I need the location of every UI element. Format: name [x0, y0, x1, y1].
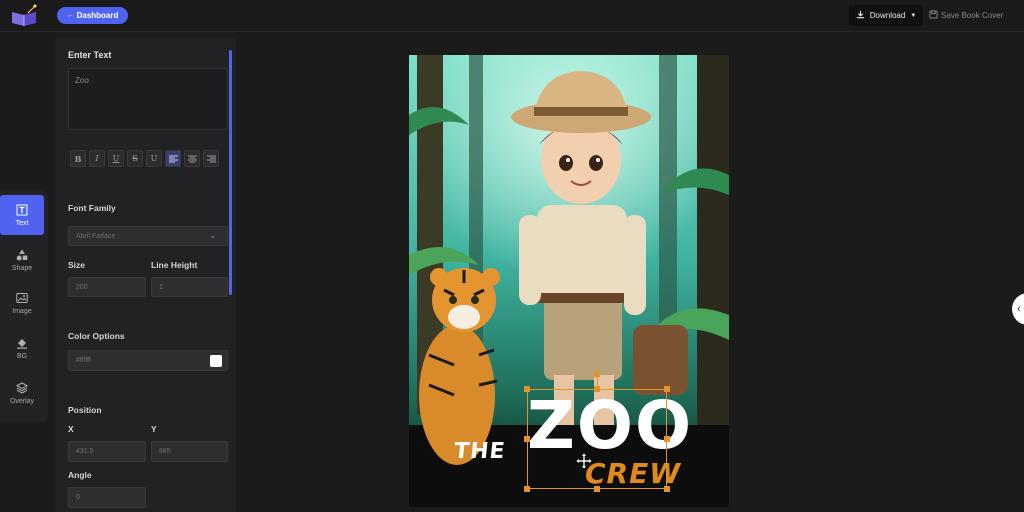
- angle-value: 0: [76, 494, 80, 501]
- tool-shape-label: Shape: [11, 264, 33, 272]
- align-right-icon: [206, 155, 216, 162]
- align-left-icon: [168, 155, 178, 162]
- strikethrough-button[interactable]: S: [127, 150, 143, 167]
- panel-scrollbar[interactable]: [229, 50, 232, 295]
- y-label: Y: [151, 424, 157, 434]
- download-button[interactable]: Download ▼: [849, 5, 923, 26]
- color-swatch[interactable]: [210, 355, 222, 367]
- size-value: 200: [76, 283, 88, 291]
- save-label: Save Book Cover: [941, 11, 1004, 20]
- dashboard-label: Dashboard: [76, 11, 119, 20]
- text-selection-box[interactable]: [527, 389, 667, 489]
- align-right-button[interactable]: [203, 150, 219, 167]
- angle-input[interactable]: 0: [68, 487, 146, 508]
- save-icon: [929, 10, 938, 21]
- tool-text[interactable]: Text: [0, 195, 44, 235]
- tool-rail: Text Shape Image BG Overlay: [0, 190, 48, 422]
- line-height-input[interactable]: 1: [151, 277, 228, 297]
- resize-handle-mr[interactable]: [664, 436, 670, 442]
- cover-title-the[interactable]: THE: [453, 439, 507, 464]
- chevron-left-icon: ‹: [1017, 303, 1021, 315]
- layers-icon: [16, 381, 28, 394]
- italic-glyph: I: [95, 154, 99, 163]
- bold-button[interactable]: B: [70, 150, 86, 167]
- text-input[interactable]: Zoo: [68, 68, 228, 130]
- angle-label: Angle: [68, 470, 92, 480]
- paint-bucket-icon: [17, 338, 27, 349]
- y-value: 885: [159, 448, 171, 455]
- underline-button[interactable]: U: [108, 150, 124, 167]
- enter-text-label: Enter Text: [68, 50, 112, 60]
- text-icon: [16, 204, 28, 215]
- uppercase-glyph: U: [150, 154, 158, 163]
- color-value: #ffffff: [76, 357, 91, 364]
- top-bar: ← Dashboard Download ▼ Save Book Cover: [0, 0, 1024, 32]
- rotate-handle-line: [597, 377, 598, 387]
- tool-overlay[interactable]: Overlay: [0, 373, 44, 413]
- back-arrow-icon: ←: [66, 12, 74, 19]
- download-label: Download: [869, 11, 906, 20]
- format-toolbar: B I U S U: [70, 150, 219, 167]
- position-label: Position: [68, 405, 102, 415]
- align-center-icon: [187, 155, 197, 162]
- uppercase-button[interactable]: U: [146, 150, 162, 167]
- font-family-select[interactable]: Abril Fatface: [68, 226, 228, 246]
- chevron-down-icon: ⌄: [209, 230, 217, 240]
- move-cursor-icon: [575, 452, 593, 470]
- x-label: X: [68, 424, 74, 434]
- resize-handle-br[interactable]: [664, 486, 670, 492]
- y-input[interactable]: 885: [151, 441, 228, 462]
- tool-text-label: Text: [15, 219, 29, 227]
- line-height-value: 1: [159, 283, 163, 291]
- tool-shape[interactable]: Shape: [0, 240, 44, 280]
- tool-image[interactable]: Image: [0, 283, 44, 323]
- x-input[interactable]: 431.5: [68, 441, 146, 462]
- tool-bg[interactable]: BG: [0, 328, 44, 368]
- size-input[interactable]: 200: [68, 277, 146, 297]
- font-family-value: Abril Fatface: [76, 232, 116, 240]
- color-input[interactable]: #ffffff: [68, 350, 228, 371]
- resize-handle-bm[interactable]: [594, 486, 600, 492]
- image-icon: [16, 292, 28, 303]
- tool-bg-label: BG: [16, 352, 28, 360]
- shapes-icon: [16, 249, 28, 260]
- tool-image-label: Image: [12, 307, 32, 315]
- resize-handle-bl[interactable]: [524, 486, 530, 492]
- resize-handle-ml[interactable]: [524, 436, 530, 442]
- strike-glyph: S: [132, 154, 138, 163]
- align-left-button[interactable]: [165, 150, 181, 167]
- app-logo[interactable]: [9, 4, 39, 28]
- font-family-label: Font Family: [68, 203, 116, 213]
- bold-glyph: B: [74, 153, 82, 164]
- dashboard-button[interactable]: ← Dashboard: [57, 7, 128, 24]
- download-icon: [856, 10, 865, 21]
- book-cover-canvas[interactable]: THE ZOO CREW: [409, 55, 729, 507]
- save-book-cover-button[interactable]: Save Book Cover: [929, 5, 1009, 26]
- resize-handle-tl[interactable]: [524, 386, 530, 392]
- tool-overlay-label: Overlay: [9, 397, 35, 405]
- size-label: Size: [68, 260, 86, 270]
- color-options-label: Color Options: [68, 331, 125, 341]
- x-value: 431.5: [76, 448, 94, 455]
- italic-button[interactable]: I: [89, 150, 105, 167]
- text-input-value: Zoo: [75, 76, 89, 85]
- underline-glyph: U: [112, 154, 120, 163]
- align-center-button[interactable]: [184, 150, 200, 167]
- caret-down-icon: ▼: [910, 12, 917, 19]
- resize-handle-tr[interactable]: [664, 386, 670, 392]
- line-height-label: Line Height: [151, 260, 198, 270]
